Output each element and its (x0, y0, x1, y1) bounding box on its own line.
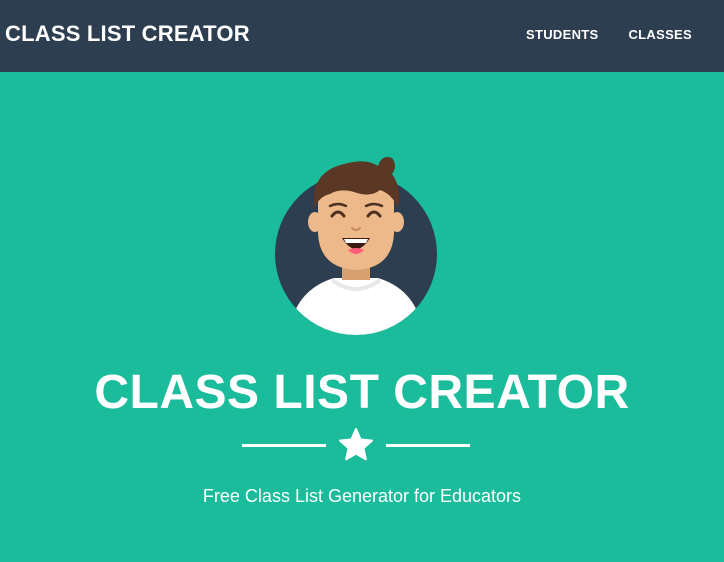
masthead: CLASS LIST CREATOR Free Class List Gener… (0, 72, 724, 562)
avatar-icon (275, 157, 437, 335)
nav-link-students[interactable]: STUDENTS (526, 27, 598, 42)
divider-line-left (242, 444, 326, 447)
star-divider (242, 427, 470, 463)
page-title: CLASS LIST CREATOR (94, 366, 630, 419)
star-icon (339, 428, 373, 461)
page-subtitle: Free Class List Generator for Educators (202, 486, 522, 506)
navbar: CLASS LIST CREATOR STUDENTS CLASSES (0, 0, 724, 72)
nav-link-classes[interactable]: CLASSES (628, 27, 692, 42)
navbar-brand-link[interactable]: CLASS LIST CREATOR (5, 21, 250, 47)
navbar-links: STUDENTS CLASSES (496, 27, 692, 42)
divider-line-right (386, 444, 470, 447)
